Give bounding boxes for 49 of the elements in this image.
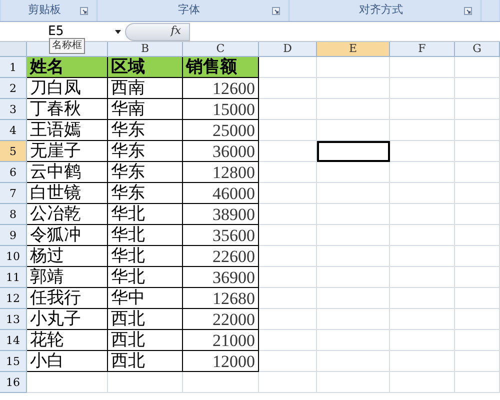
table-cell: 22600 [183,246,259,267]
table-cell: 花轮 [27,330,108,351]
table-cell: 西北 [108,309,183,330]
table-cell: 丁春秋 [27,99,108,120]
table-cell: 华南 [108,99,183,120]
table-cell: 任我行 [27,288,108,309]
table-cell: 白世镜 [27,183,108,204]
table-cell: 姓名 [27,57,108,78]
table-cell: 华东 [108,120,183,141]
table-cell: 22000 [183,309,259,330]
table-cell: 35600 [183,225,259,246]
table-cell: 刀白凤 [27,78,108,99]
table-cell: 杨过 [27,246,108,267]
table-cell: 12000 [183,351,259,372]
table-cell: 王语嫣 [27,120,108,141]
table-cell: 华北 [108,204,183,225]
table-cell: 46000 [183,183,259,204]
table-cell: 华中 [108,288,183,309]
table-cell: 25000 [183,120,259,141]
table-cell: 36000 [183,141,259,162]
table-cell: 华北 [108,246,183,267]
table-cell: 12800 [183,162,259,183]
tooltip: 名称框 [49,38,85,54]
table-cell: 21000 [183,330,259,351]
table-cell: 38900 [183,204,259,225]
table-cell: 令狐冲 [27,225,108,246]
table-cell: 云中鹤 [27,162,108,183]
table-cell: 小白 [27,351,108,372]
table-cell: 销售额 [183,57,259,78]
table-cell: 12600 [183,78,259,99]
table-cell: 西南 [108,78,183,99]
ribbon-group-label: 剪贴板 [1,0,96,21]
table-cell: 华北 [108,267,183,288]
table-cell: 华东 [108,183,183,204]
table-cell: 西北 [108,330,183,351]
ribbon-group-label: 对齐方式 [290,0,480,21]
table-cell: 郭靖 [27,267,108,288]
table-cell: 36900 [183,267,259,288]
table-cell: 华东 [108,162,183,183]
ribbon-group-label: 字体 [98,0,288,21]
table-cell: 15000 [183,99,259,120]
table-cell: 12680 [183,288,259,309]
table-cell: 华东 [108,141,183,162]
table-cell: 华北 [108,225,183,246]
table-cell: 无崖子 [27,141,108,162]
table-cell: 区域 [108,57,183,78]
table-cell: 小丸子 [27,309,108,330]
table-cell: 公冶乾 [27,204,108,225]
table-cell: 西北 [108,351,183,372]
